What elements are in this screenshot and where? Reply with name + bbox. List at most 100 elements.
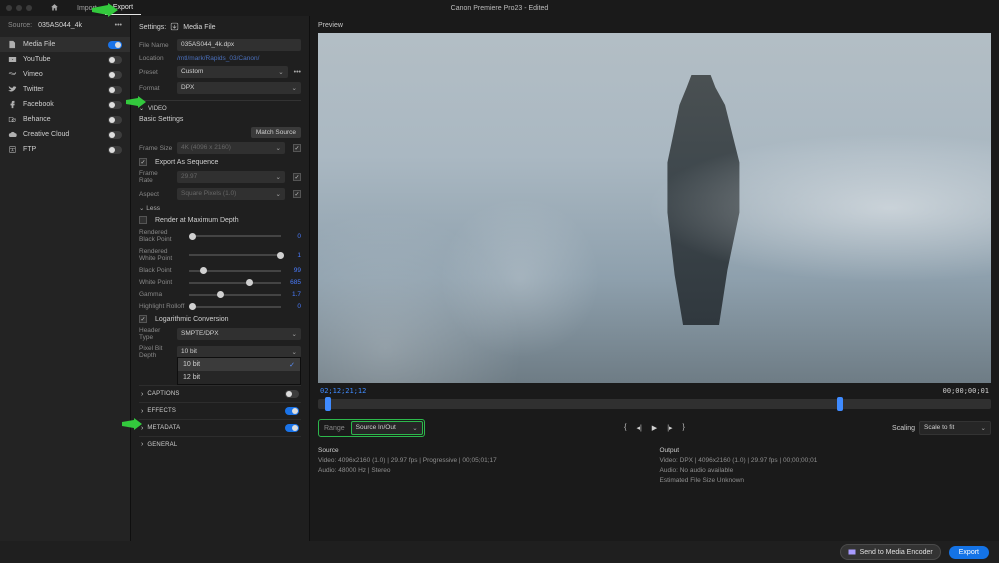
window-title: Canon Premiere Pro23 - Edited	[451, 5, 549, 12]
send-to-media-encoder-button[interactable]: Send to Media Encoder	[840, 544, 941, 560]
scaling-label: Scaling	[892, 425, 915, 432]
export-as-sequence-label: Export As Sequence	[155, 159, 218, 166]
black-point-slider[interactable]	[189, 270, 281, 272]
destination-item[interactable]: Facebook	[0, 97, 130, 112]
section-effects[interactable]: EFFECTS	[147, 408, 281, 414]
header-type-select[interactable]: SMPTE/DPX⌄	[177, 328, 301, 340]
destination-item[interactable]: Creative Cloud	[0, 127, 130, 142]
aspect-select[interactable]: Square Pixels (1.0)⌄	[177, 188, 285, 200]
log-conversion-checkbox[interactable]	[139, 315, 147, 323]
timecode-in[interactable]: 02;12;21;12	[320, 387, 366, 395]
bottombar: Send to Media Encoder Export	[0, 541, 999, 563]
captions-toggle[interactable]	[285, 390, 299, 398]
destination-toggle[interactable]	[108, 41, 122, 49]
destination-item[interactable]: Twitter	[0, 82, 130, 97]
output-audio-line: Audio: No audio available	[660, 467, 992, 474]
mini-timeline[interactable]	[318, 399, 991, 409]
vimeo-icon	[8, 70, 17, 79]
destination-toggle[interactable]	[108, 101, 122, 109]
step-back-icon[interactable]: ◂|	[636, 424, 641, 432]
rolloff-value: 0	[285, 303, 301, 310]
tab-import[interactable]: Import	[69, 2, 105, 15]
rendered-black-label: Rendered Black Point	[139, 229, 185, 243]
section-captions[interactable]: CAPTIONS	[147, 391, 281, 397]
frame-rate-select[interactable]: 29.97⌄	[177, 171, 285, 183]
highlight-rolloff-slider[interactable]	[189, 306, 281, 308]
scaling-select[interactable]: Scale to fit⌄	[919, 421, 991, 435]
preset-more-icon[interactable]: •••	[294, 69, 301, 76]
destination-label: Media File	[23, 41, 102, 48]
step-fwd-icon[interactable]: |▸	[667, 424, 672, 432]
chevron-right-icon[interactable]: ›	[141, 408, 143, 415]
basic-settings-label: Basic Settings	[139, 116, 301, 123]
metadata-toggle[interactable]	[285, 424, 299, 432]
destination-label: YouTube	[23, 56, 102, 63]
frame-size-select[interactable]: 4K (4096 x 2160)⌄	[177, 142, 285, 154]
frame-size-label: Frame Size	[139, 145, 173, 152]
source-options-icon[interactable]: •••	[115, 22, 122, 29]
preview-viewport[interactable]	[318, 33, 991, 383]
export-button[interactable]: Export	[949, 546, 989, 559]
preset-select[interactable]: Custom⌄	[177, 66, 288, 78]
destination-toggle[interactable]	[108, 131, 122, 139]
white-point-slider[interactable]	[189, 282, 281, 284]
gamma-label: Gamma	[139, 291, 185, 298]
section-general[interactable]: GENERAL	[147, 442, 299, 448]
destination-toggle[interactable]	[108, 56, 122, 64]
chevron-right-icon[interactable]: ›	[141, 425, 143, 432]
format-select[interactable]: DPX⌄	[177, 82, 301, 94]
destination-item[interactable]: Behance	[0, 112, 130, 127]
option-12-bit[interactable]: 12 bit	[178, 371, 300, 384]
playhead-out[interactable]	[837, 397, 843, 411]
titlebar: Import Export Canon Premiere Pro23 - Edi…	[0, 0, 999, 16]
range-select[interactable]: Source In/Out⌄	[351, 421, 423, 435]
source-column: Source: 035AS044_4k ••• Media FileYouTub…	[0, 16, 130, 552]
frame-size-lock[interactable]	[293, 144, 301, 152]
location-value[interactable]: /mtl/mark/Rapids_03/Canon/	[177, 55, 259, 62]
destination-item[interactable]: FTP	[0, 142, 130, 157]
range-label: Range	[320, 425, 349, 432]
rendered-black-slider[interactable]	[189, 235, 281, 237]
frame-rate-label: Frame Rate	[139, 170, 173, 184]
export-as-sequence-checkbox[interactable]	[139, 158, 147, 166]
destination-toggle[interactable]	[108, 86, 122, 94]
output-size-line: Estimated File Size Unknown	[660, 477, 992, 484]
format-label: Format	[139, 85, 173, 92]
settings-label: Settings:	[139, 24, 166, 31]
rendered-white-label: Rendered White Point	[139, 248, 185, 262]
youtube-icon	[8, 55, 17, 64]
destination-item[interactable]: YouTube	[0, 52, 130, 67]
rendered-white-value: 1	[285, 252, 301, 259]
play-icon[interactable]: ▶	[652, 424, 657, 432]
playhead-in[interactable]	[325, 397, 331, 411]
effects-toggle[interactable]	[285, 407, 299, 415]
rendered-white-slider[interactable]	[189, 254, 281, 256]
source-label: Source:	[8, 22, 32, 29]
chevron-right-icon[interactable]: ›	[141, 441, 143, 448]
destination-toggle[interactable]	[108, 71, 122, 79]
file-name-input[interactable]: 035AS044_4k.dpx	[177, 39, 301, 51]
render-max-depth-checkbox[interactable]	[139, 216, 147, 224]
destination-toggle[interactable]	[108, 116, 122, 124]
less-more-toggle[interactable]: Less	[146, 205, 160, 212]
chevron-down-icon[interactable]: ⌄	[139, 105, 144, 112]
option-10-bit[interactable]: 10 bit✓	[178, 358, 300, 371]
timecode-out[interactable]: 00;00;00;01	[943, 387, 989, 395]
source-summary-head: Source	[318, 447, 650, 454]
destination-item[interactable]: Vimeo	[0, 67, 130, 82]
destination-toggle[interactable]	[108, 146, 122, 154]
match-source-button[interactable]: Match Source	[251, 127, 301, 138]
destination-item[interactable]: Media File	[0, 37, 130, 52]
gamma-slider[interactable]	[189, 294, 281, 296]
section-metadata[interactable]: METADATA	[147, 425, 281, 431]
go-to-out-icon[interactable]: }	[683, 424, 685, 432]
chevron-right-icon[interactable]: ›	[141, 391, 143, 398]
video-section-header: VIDEO	[148, 106, 167, 112]
home-icon[interactable]	[50, 3, 59, 14]
go-to-in-icon[interactable]: {	[624, 424, 626, 432]
frame-rate-lock[interactable]	[293, 173, 301, 181]
aspect-lock[interactable]	[293, 190, 301, 198]
tab-export[interactable]: Export	[105, 1, 141, 15]
ftp-icon	[8, 145, 17, 154]
window-controls[interactable]	[6, 5, 32, 11]
